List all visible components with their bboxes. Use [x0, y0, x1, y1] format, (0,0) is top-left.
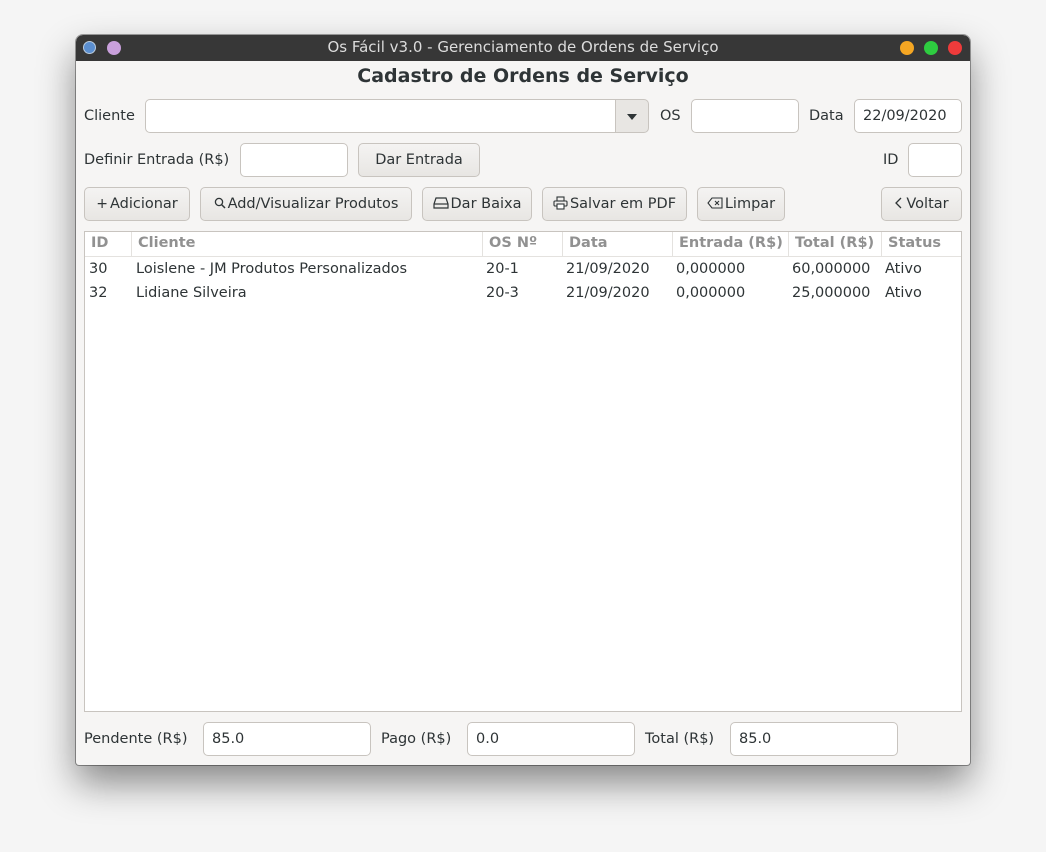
orders-table[interactable]: ID Cliente OS Nº Data Entrada (R$) Total…	[84, 231, 962, 712]
column-header-os[interactable]: OS Nº	[483, 232, 563, 257]
chevron-down-icon	[627, 114, 637, 120]
dar-baixa-button[interactable]: Dar Baixa	[422, 187, 532, 221]
cell-status: Ativo	[885, 261, 922, 277]
column-header-id[interactable]: ID	[85, 232, 132, 257]
chevron-left-icon	[894, 188, 904, 220]
dar-baixa-label: Dar Baixa	[450, 196, 522, 212]
voltar-button[interactable]: Voltar	[881, 187, 962, 221]
data-label: Data	[809, 108, 844, 124]
id-field[interactable]	[908, 143, 962, 177]
window-title: Os Fácil v3.0 - Gerenciamento de Ordens …	[327, 38, 719, 56]
page-title: Cadastro de Ordens de Serviço	[357, 65, 689, 87]
add-visualizar-produtos-button[interactable]: Add/Visualizar Produtos	[200, 187, 412, 221]
cell-entrada: 0,000000	[676, 261, 746, 277]
os-field[interactable]	[691, 99, 799, 133]
cell-data: 21/09/2020	[566, 261, 650, 277]
os-label: OS	[660, 108, 681, 124]
cell-status: Ativo	[885, 285, 922, 301]
cell-data: 21/09/2020	[566, 285, 650, 301]
table-row[interactable]: 30 Loislene - JM Produtos Personalizados…	[85, 258, 961, 282]
limpar-button[interactable]: Limpar	[697, 187, 785, 221]
total-field[interactable]: 85.0	[730, 722, 898, 756]
column-header-cliente[interactable]: Cliente	[132, 232, 483, 257]
pago-field[interactable]: 0.0	[467, 722, 635, 756]
cell-cliente: Lidiane Silveira	[136, 285, 247, 301]
app-window: Os Fácil v3.0 - Gerenciamento de Ordens …	[76, 35, 970, 765]
table-row[interactable]: 32 Lidiane Silveira 20-3 21/09/2020 0,00…	[85, 282, 961, 306]
adicionar-label: Adicionar	[109, 196, 178, 212]
cell-entrada: 0,000000	[676, 285, 746, 301]
entrada-label: Definir Entrada (R$)	[84, 152, 230, 168]
clear-icon	[707, 188, 723, 220]
close-button[interactable]	[948, 41, 962, 55]
cell-id: 30	[89, 261, 108, 277]
cliente-dropdown-button[interactable]	[615, 99, 649, 133]
pendente-field[interactable]: 85.0	[203, 722, 371, 756]
printer-icon	[553, 188, 568, 220]
total-label: Total (R$)	[645, 731, 715, 747]
voltar-label: Voltar	[906, 196, 949, 212]
salvar-pdf-button[interactable]: Salvar em PDF	[542, 187, 687, 221]
produtos-label: Add/Visualizar Produtos	[227, 196, 399, 212]
column-header-status[interactable]: Status	[882, 232, 961, 257]
adicionar-button[interactable]: + Adicionar	[84, 187, 190, 221]
column-header-entrada[interactable]: Entrada (R$)	[673, 232, 789, 257]
dar-entrada-button[interactable]: Dar Entrada	[358, 143, 480, 177]
cliente-combo-entry[interactable]	[145, 99, 617, 133]
data-field[interactable]: 22/09/2020	[854, 99, 962, 133]
maximize-button[interactable]	[924, 41, 938, 55]
cell-cliente: Loislene - JM Produtos Personalizados	[136, 261, 408, 277]
pendente-label: Pendente (R$)	[84, 731, 188, 747]
cell-total: 60,000000	[792, 261, 871, 277]
cell-os: 20-1	[486, 261, 519, 277]
cell-os: 20-3	[486, 285, 519, 301]
pago-label: Pago (R$)	[381, 731, 452, 747]
minimize-button[interactable]	[900, 41, 914, 55]
drive-icon	[432, 188, 449, 220]
cell-id: 32	[89, 285, 108, 301]
column-header-total[interactable]: Total (R$)	[789, 232, 882, 257]
entrada-field[interactable]	[240, 143, 348, 177]
title-bar[interactable]: Os Fácil v3.0 - Gerenciamento de Ordens …	[76, 35, 970, 61]
salvar-pdf-label: Salvar em PDF	[569, 196, 677, 212]
search-icon	[214, 188, 226, 220]
limpar-label: Limpar	[724, 196, 776, 212]
column-header-data[interactable]: Data	[563, 232, 673, 257]
id-label: ID	[883, 152, 899, 168]
cliente-label: Cliente	[84, 108, 135, 124]
plus-icon: +	[96, 196, 108, 212]
cell-total: 25,000000	[792, 285, 871, 301]
